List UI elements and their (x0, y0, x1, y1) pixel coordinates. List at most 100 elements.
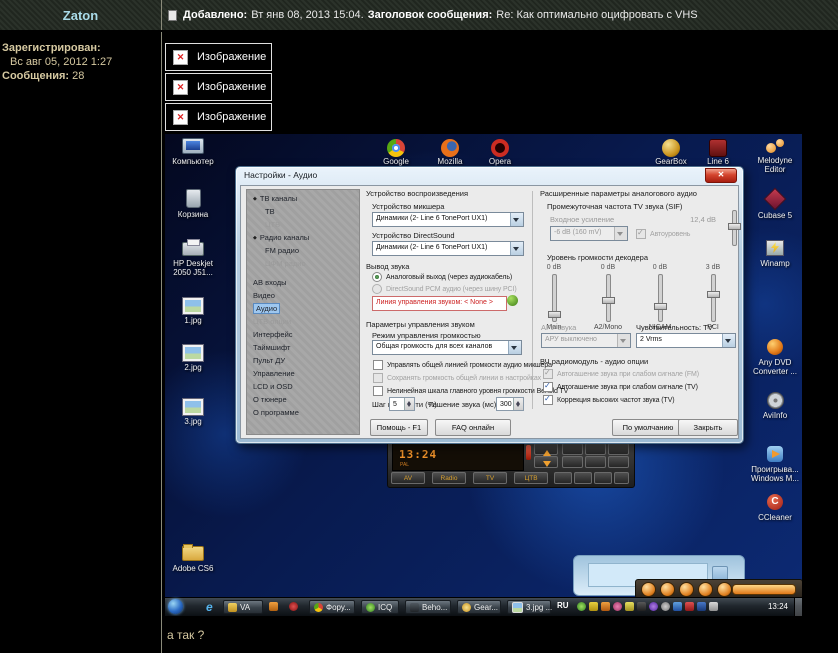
desktop-icon-recycle-bin[interactable]: Корзина (165, 189, 221, 219)
channel-up-button[interactable] (534, 443, 558, 455)
start-button[interactable] (168, 599, 183, 614)
player-button[interactable] (717, 582, 732, 597)
automute-tv-checkbox[interactable]: Автогашение звука при слабом сигнале (TV… (543, 382, 698, 392)
behold-button[interactable] (562, 456, 583, 468)
behold-button[interactable] (585, 443, 606, 455)
mute-time-stepper[interactable]: 300 (496, 397, 524, 411)
slider-thumb[interactable] (654, 303, 667, 310)
volume-tray-icon[interactable] (709, 602, 718, 611)
tree-item-remote[interactable]: Пульт ДУ (247, 354, 359, 367)
tree-item-fm-radio[interactable]: FM радио (247, 244, 359, 257)
desktop-icon-anydvd[interactable]: Any DVD Converter ... (747, 339, 802, 376)
tray-icon[interactable] (673, 602, 682, 611)
tray-icon[interactable] (649, 602, 658, 611)
broken-image-placeholder[interactable]: ✕ Изображение (165, 73, 272, 101)
tv-button[interactable]: TV (473, 472, 507, 484)
desktop-icon-winamp[interactable]: Winamp (747, 240, 802, 268)
taskbar-clock[interactable]: 13:24 (768, 602, 788, 611)
behold-button[interactable] (554, 472, 572, 484)
behold-button[interactable] (594, 472, 612, 484)
tree-item-about-tuner[interactable]: О тюнере (247, 393, 359, 406)
slider-thumb[interactable] (728, 223, 741, 230)
desktop-icon-ccleaner[interactable]: C CCleaner (747, 494, 802, 522)
tree-item-video[interactable]: Видео (247, 289, 359, 302)
behold-button[interactable] (608, 443, 629, 455)
spinner-arrows-icon[interactable] (513, 398, 523, 410)
save-volume-checkbox[interactable]: Сохранять громкость общей линии в настро… (373, 373, 541, 383)
taskbar-button-forum[interactable]: Фору... (309, 600, 355, 614)
slider-thumb[interactable] (548, 311, 561, 318)
behold-button[interactable] (574, 472, 592, 484)
desktop-icon-adobe-cs6[interactable]: Adobe CS6 (165, 546, 221, 573)
internet-explorer-icon[interactable]: e (206, 600, 213, 614)
taskbar-button-icq[interactable]: ICQ (361, 600, 399, 614)
tree-item-tv-channels[interactable]: ТВ каналы (247, 192, 359, 205)
taskbar-button-va[interactable]: VA (223, 600, 263, 614)
behold-button[interactable] (608, 456, 629, 468)
taskbar-button-gearbox[interactable]: Gear... (457, 600, 501, 614)
decoder-slider-nicam[interactable]: 0 dB NICAM (638, 264, 682, 331)
sound-control-line-field[interactable]: Линия управления звуком: < None > (372, 296, 507, 311)
slider-thumb[interactable] (602, 297, 615, 304)
desktop-icon-mozilla[interactable]: Mozilla (422, 139, 478, 166)
taskbar-button-behold[interactable]: Beho... (405, 600, 451, 614)
desktop-icon-3jpg[interactable]: 3.jpg (165, 399, 221, 426)
tree-item-audio[interactable]: Аудио (247, 302, 359, 315)
tray-icon[interactable] (685, 602, 694, 611)
post-author[interactable]: Zaton (63, 8, 98, 23)
tray-icon[interactable] (589, 602, 598, 611)
tray-icon[interactable] (697, 602, 706, 611)
automute-fm-checkbox[interactable]: Автогашение звука при слабом сигнале (FM… (543, 369, 699, 379)
nonlinear-scale-checkbox[interactable]: Нелинейная шкала главного уровня громкос… (373, 386, 568, 396)
tray-icon[interactable] (625, 602, 634, 611)
radio-button[interactable]: Radio (432, 472, 466, 484)
tree-item-control[interactable]: Управление (247, 367, 359, 380)
av-button[interactable]: AV (391, 472, 425, 484)
decoder-slider-main[interactable]: 0 dB Main (532, 264, 576, 331)
help-button[interactable]: Помощь - F1 (370, 419, 428, 436)
autolevel-checkbox[interactable]: Автоуровень (636, 229, 690, 239)
tray-icon[interactable] (661, 602, 670, 611)
analog-output-radio[interactable]: Аналоговый выход (через аудиокабель) (372, 272, 512, 282)
desktop-icon-opera[interactable]: Opera (472, 139, 528, 166)
tray-icon[interactable] (577, 602, 586, 611)
tree-item-tv[interactable]: ТВ (247, 205, 359, 218)
channel-down-button[interactable] (534, 456, 558, 468)
volume-mode-select[interactable]: Общая громкость для всех каналов (372, 340, 522, 355)
desktop-icon-wmp[interactable]: Проигрыва... Windows M... (747, 446, 802, 483)
tree-item-about-program[interactable]: О программе (247, 406, 359, 419)
desktop-icon-aviinfo[interactable]: AviInfo (747, 392, 802, 420)
dialog-close-button[interactable]: Закрыть (678, 419, 738, 436)
player-button[interactable] (698, 582, 713, 597)
directsound-device-select[interactable]: Динамики (2- Line 6 TonePort UX1) (372, 241, 524, 256)
directsound-pcm-radio[interactable]: DirectSound PCM аудио (через шину PCI) (372, 284, 517, 294)
faq-button[interactable]: FAQ онлайн (435, 419, 511, 436)
behold-button[interactable] (585, 456, 606, 468)
mixer-device-select[interactable]: Динамики (2- Line 6 TonePort UX1) (372, 212, 524, 227)
hf-correction-checkbox[interactable]: Коррекция высоких частот звука (TV) (543, 395, 675, 405)
tray-icon[interactable] (637, 602, 646, 611)
desktop-icon-line6[interactable]: Line 6 (690, 139, 746, 166)
behold-button[interactable] (562, 443, 583, 455)
tray-icon[interactable] (613, 602, 622, 611)
sensitivity-select[interactable]: 2 Vrms (636, 333, 736, 348)
post-icon[interactable] (168, 10, 177, 21)
master-line-checkbox[interactable]: Управлять общей линией громкости аудио м… (373, 360, 552, 370)
tree-item-av-inputs[interactable]: АВ входы (247, 276, 359, 289)
volume-step-stepper[interactable]: 5 (389, 397, 415, 411)
tree-item-dfm-radio[interactable]: ЦФМ радио (247, 257, 359, 270)
desktop-icon-1jpg[interactable]: 1.jpg (165, 298, 221, 325)
default-button[interactable]: По умолчанию (612, 419, 684, 436)
sif-gain-slider[interactable] (717, 207, 751, 248)
broken-image-placeholder[interactable]: ✕ Изображение (165, 103, 272, 131)
tree-item-dtv[interactable]: ЦТВ (247, 218, 359, 231)
player-progress-bar[interactable] (732, 584, 796, 595)
broken-image-placeholder[interactable]: ✕ Изображение (165, 43, 272, 71)
slider-thumb[interactable] (707, 291, 720, 298)
player-button[interactable] (641, 582, 656, 597)
language-indicator[interactable]: RU (557, 601, 569, 610)
tray-icon[interactable] (601, 602, 610, 611)
tree-item-dtv-options[interactable]: ЦТВ опции (247, 315, 359, 328)
decoder-slider-pci[interactable]: 3 dB PCI (691, 264, 735, 331)
behold-button[interactable] (614, 472, 629, 484)
